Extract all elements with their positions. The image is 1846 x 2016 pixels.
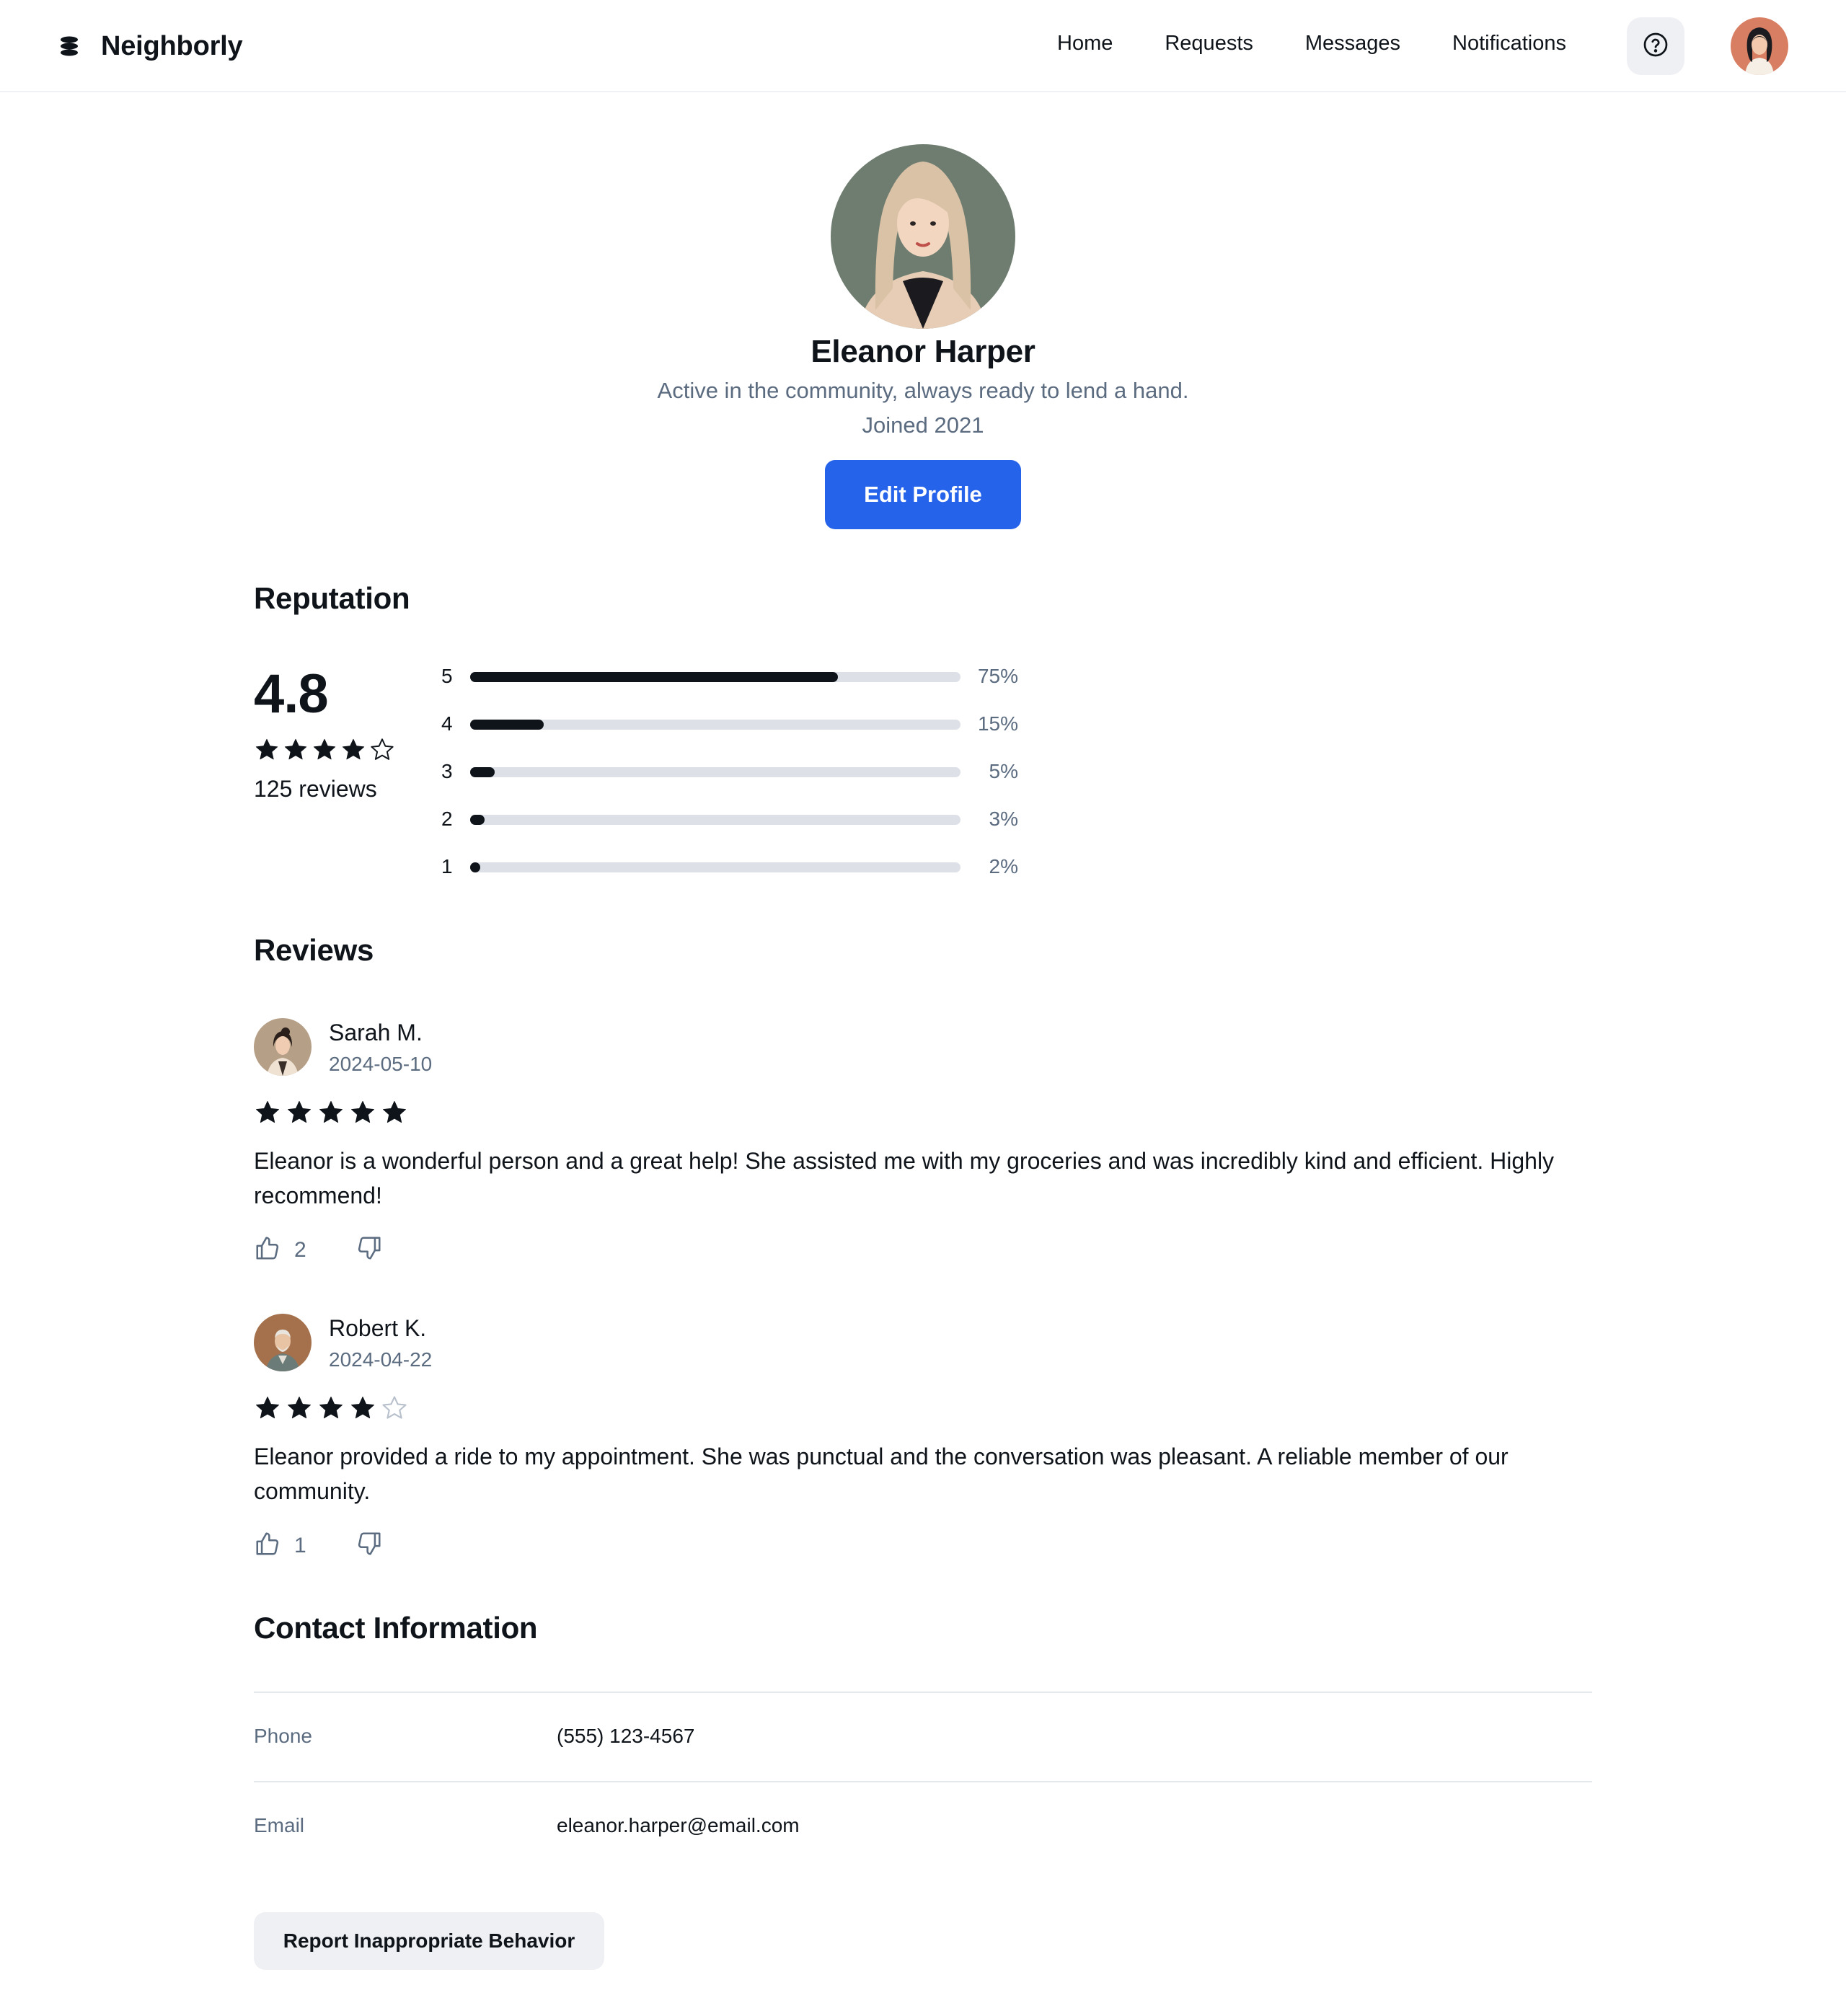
star-outline-icon: [382, 1396, 407, 1419]
star-filled-icon: [351, 1397, 374, 1419]
distribution-bar: [470, 720, 544, 730]
distribution-bar: [470, 767, 495, 777]
distribution-percent: 3%: [989, 808, 1018, 830]
like-button[interactable]: 2: [254, 1234, 306, 1265]
distribution-star-label: 2: [441, 808, 453, 830]
user-avatar[interactable]: [1731, 17, 1788, 75]
contact-table: Phone (555) 123-4567 Email eleanor.harpe…: [254, 1692, 1592, 1870]
distribution-percent: 5%: [989, 760, 1018, 782]
star-filled-icon: [256, 1397, 279, 1419]
distribution-track: [470, 672, 960, 682]
distribution-star-label: 1: [441, 855, 453, 877]
dislike-button[interactable]: [355, 1234, 383, 1265]
star-filled-icon: [319, 1397, 343, 1419]
phone-value[interactable]: (555) 123-4567: [557, 1725, 694, 1748]
profile-avatar: [831, 144, 1015, 329]
distribution-percent: 75%: [977, 665, 1018, 687]
nav-notifications[interactable]: Notifications: [1452, 32, 1566, 56]
reviewer-name: Robert K.: [329, 1315, 427, 1341]
star-filled-icon: [342, 738, 365, 760]
profile-bio: Active in the community, always ready to…: [657, 378, 1189, 403]
main-nav: Home Requests Messages Notifications: [1057, 32, 1566, 56]
distribution-track: [470, 720, 960, 730]
report-button[interactable]: Report Inappropriate Behavior: [254, 1912, 604, 1970]
distribution-bar: [470, 815, 485, 825]
like-count: 1: [294, 1533, 306, 1557]
reviews-count: 125 reviews: [254, 776, 377, 802]
nav-requests[interactable]: Requests: [1165, 32, 1253, 56]
distribution-percent: 15%: [977, 712, 1018, 735]
reviewer-avatar: [254, 1018, 312, 1076]
help-circle-icon: [1643, 32, 1669, 61]
reviews-title: Reviews: [254, 933, 374, 967]
star-filled-icon: [383, 1101, 406, 1123]
star-outline-icon: [371, 738, 394, 760]
review-stars: [254, 1099, 412, 1126]
review-text: Eleanor provided a ride to my appointmen…: [254, 1444, 1509, 1504]
review-date: 2024-04-22: [329, 1348, 433, 1371]
distribution-track: [470, 815, 960, 825]
star-filled-icon: [284, 738, 307, 760]
review-text: Eleanor is a wonderful person and a grea…: [254, 1148, 1555, 1208]
profile-joined: Joined 2021: [862, 412, 984, 438]
distribution-row: 1 2%: [441, 852, 1018, 881]
star-filled-icon: [256, 1101, 279, 1123]
email-value[interactable]: eleanor.harper@email.com: [557, 1814, 800, 1837]
average-rating-stars: [254, 737, 398, 763]
profile-header: Eleanor Harper Active in the community, …: [0, 144, 1846, 529]
like-count: 2: [294, 1237, 306, 1262]
star-filled-icon: [313, 738, 336, 760]
average-rating: 4.8: [254, 663, 329, 725]
review-stars: [254, 1394, 412, 1422]
thumbs-up-icon: [254, 1234, 281, 1265]
distribution-row: 4 15%: [441, 709, 1018, 738]
distribution-star-label: 3: [441, 760, 453, 782]
star-filled-icon: [351, 1101, 374, 1123]
distribution-row: 2 3%: [441, 805, 1018, 834]
edit-profile-button[interactable]: Edit Profile: [825, 460, 1021, 529]
review-date: 2024-05-10: [329, 1053, 433, 1075]
reviewer-avatar: [254, 1314, 312, 1371]
distribution-track: [470, 767, 960, 777]
thumbs-down-icon: [355, 1234, 383, 1265]
contact-row-phone: Phone (555) 123-4567: [254, 1692, 1592, 1781]
reputation-title: Reputation: [254, 581, 410, 615]
logo-icon: [55, 26, 84, 66]
like-button[interactable]: 1: [254, 1530, 306, 1561]
distribution-bar: [470, 862, 480, 872]
app-name: Neighborly: [101, 30, 243, 61]
distribution-row: 5 75%: [441, 662, 1018, 691]
nav-home[interactable]: Home: [1057, 32, 1113, 56]
reviewer-name: Sarah M.: [329, 1020, 423, 1045]
top-navigation-bar: Neighborly Home Requests Messages Notifi…: [0, 0, 1846, 92]
star-filled-icon: [288, 1397, 311, 1419]
star-filled-icon: [288, 1101, 311, 1123]
distribution-star-label: 5: [441, 665, 453, 687]
contact-row-email: Email eleanor.harper@email.com: [254, 1781, 1592, 1870]
nav-messages[interactable]: Messages: [1305, 32, 1400, 56]
distribution-row: 3 5%: [441, 757, 1018, 786]
dislike-button[interactable]: [355, 1530, 383, 1561]
phone-label: Phone: [254, 1725, 312, 1747]
distribution-percent: 2%: [989, 855, 1018, 877]
thumbs-up-icon: [254, 1530, 281, 1561]
email-label: Email: [254, 1814, 305, 1836]
distribution-star-label: 4: [441, 712, 453, 735]
distribution-bar: [470, 672, 838, 682]
profile-name: Eleanor Harper: [811, 334, 1035, 369]
brand[interactable]: Neighborly: [55, 26, 243, 66]
help-button[interactable]: [1627, 17, 1684, 75]
contact-title: Contact Information: [254, 1611, 538, 1645]
review-actions: 2: [254, 1234, 383, 1265]
star-filled-icon: [319, 1101, 343, 1123]
review-actions: 1: [254, 1530, 383, 1561]
distribution-track: [470, 862, 960, 872]
thumbs-down-icon: [355, 1530, 383, 1561]
star-filled-icon: [255, 738, 278, 760]
